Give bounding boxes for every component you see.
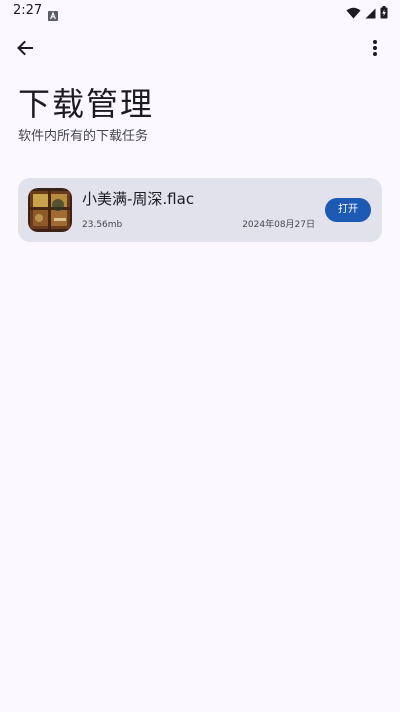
download-date: 2024年08月27日	[242, 220, 315, 230]
more-vert-icon	[372, 39, 378, 61]
notification-a-icon	[48, 6, 58, 21]
status-bar: 2:27	[0, 0, 400, 24]
battery-charging-icon	[380, 4, 388, 23]
file-name: 小美满-周深.flac	[82, 190, 195, 208]
more-options-button[interactable]	[363, 36, 387, 64]
open-button[interactable]: 打开	[325, 198, 371, 222]
album-cover-thumbnail	[28, 188, 72, 232]
back-button[interactable]	[11, 36, 39, 64]
signal-icon	[365, 4, 376, 23]
status-icons	[346, 4, 388, 23]
arrow-back-icon	[16, 39, 34, 61]
download-item: 小美满-周深.flac 23.56mb 2024年08月27日 打开	[18, 178, 382, 242]
page-title: 下载管理	[18, 85, 155, 123]
file-size: 23.56mb	[82, 220, 123, 230]
wifi-icon	[346, 4, 361, 23]
top-app-bar	[0, 32, 400, 68]
page-subtitle: 软件内所有的下载任务	[18, 129, 149, 144]
status-time: 2:27	[13, 3, 43, 18]
